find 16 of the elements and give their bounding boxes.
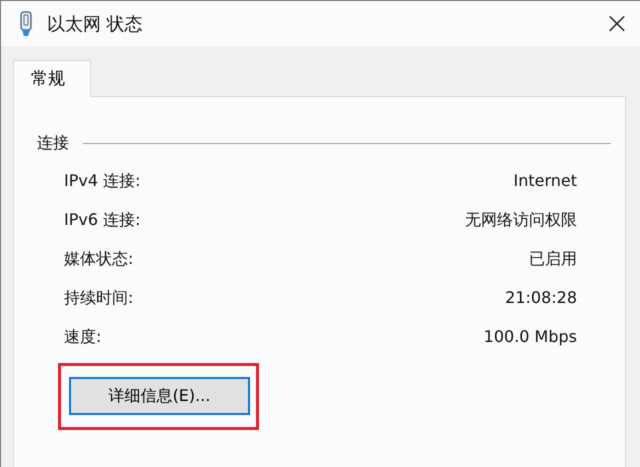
- close-button[interactable]: ×: [594, 1, 640, 46]
- field-label: 速度:: [64, 327, 102, 348]
- window-title: 以太网 状态: [47, 12, 143, 36]
- field-label: 媒体状态:: [64, 249, 134, 270]
- details-button[interactable]: 详细信息(E)...: [69, 377, 250, 415]
- field-label: IPv4 连接:: [64, 171, 140, 192]
- field-value: Internet: [513, 171, 577, 192]
- network-adapter-icon: [19, 10, 33, 36]
- tab[interactable]: 常规: [13, 60, 91, 97]
- field-value: 100.0 Mbps: [484, 327, 577, 348]
- field-value: 21:08:28: [505, 288, 577, 309]
- field-value: 已启用: [529, 249, 577, 270]
- field-label: IPv6 连接:: [64, 210, 140, 231]
- field-value: 无网络访问权限: [465, 210, 577, 231]
- section-title: 连接: [37, 133, 69, 154]
- field-label: 持续时间:: [64, 288, 134, 309]
